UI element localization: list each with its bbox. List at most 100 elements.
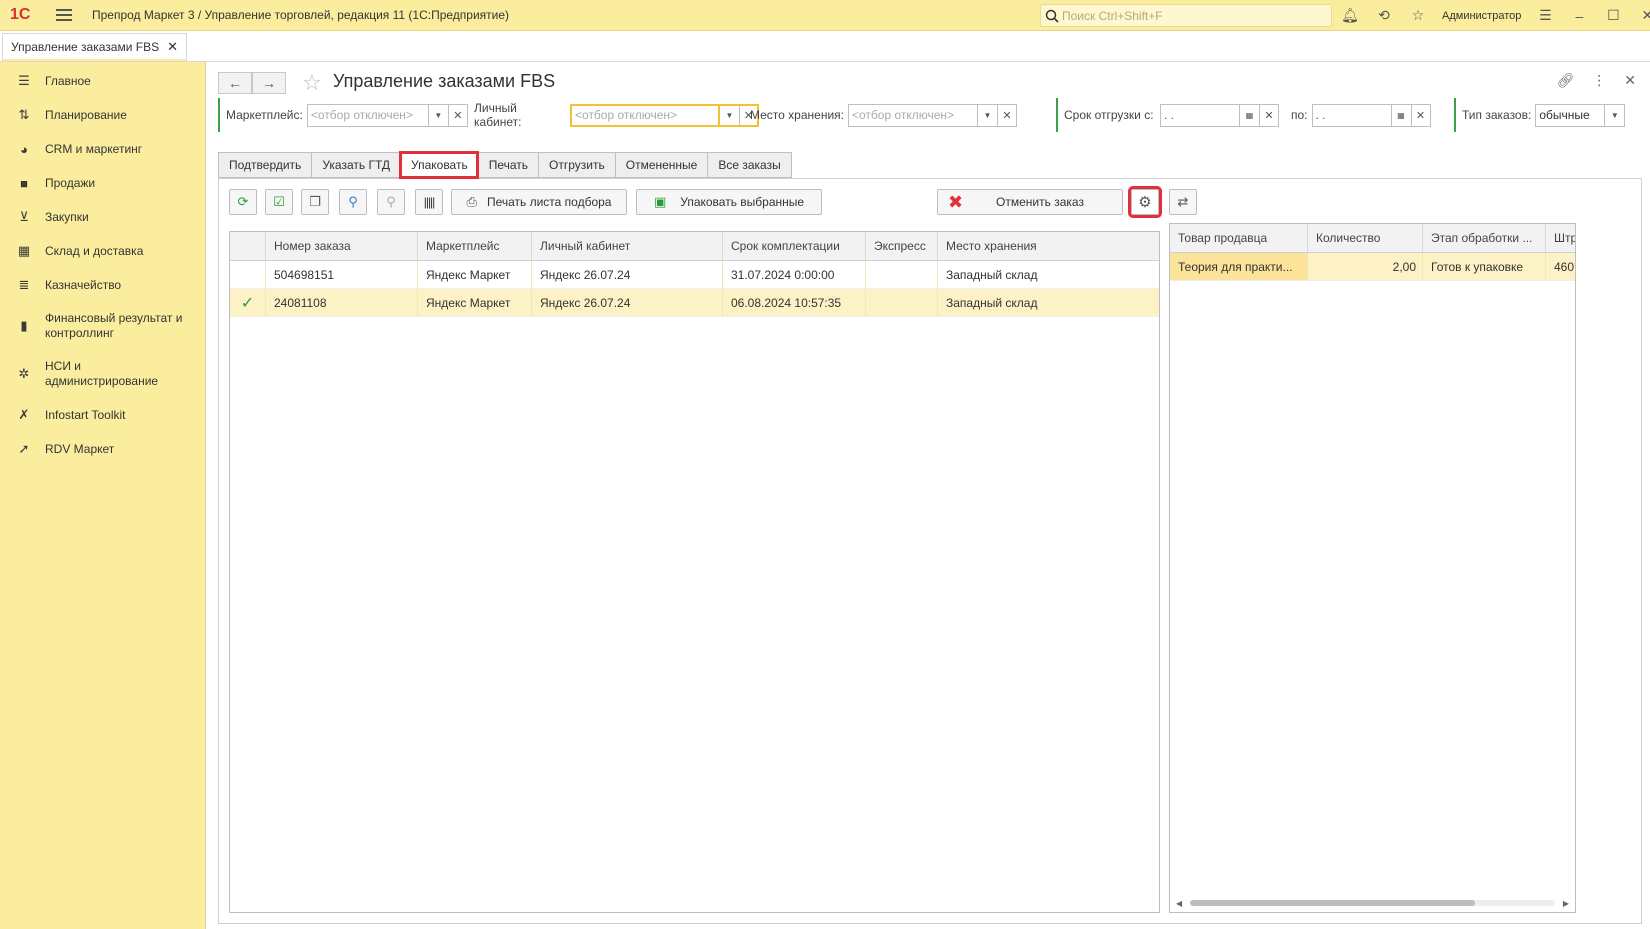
sidebar-item-admin[interactable]: ✲ НСИ и администрирование (0, 350, 205, 398)
close-tab-icon[interactable]: ✕ (167, 39, 178, 55)
col-qty[interactable]: Количество (1308, 224, 1423, 252)
menu-lines-icon: ☰ (18, 73, 30, 88)
barcode-button[interactable]: ||||| (415, 189, 443, 215)
clear-icon[interactable]: ✕ (997, 103, 1017, 127)
global-search[interactable] (1040, 4, 1332, 27)
col-marketplace[interactable]: Маркетплейс (418, 232, 532, 260)
magnifier-icon: ⚲ (348, 194, 358, 209)
storage-field[interactable]: <отбор отключен> (847, 103, 978, 127)
ship-from-field[interactable]: . . (1160, 103, 1240, 127)
table-row[interactable]: 504698151 Яндекс Маркет Яндекс 26.07.24 … (230, 261, 1159, 289)
action-tabs: Подтвердить Указать ГТД Упаковать Печать… (218, 151, 792, 179)
sidebar-item-crm[interactable]: ◕ CRM и маркетинг (0, 132, 205, 166)
chevron-down-icon[interactable]: ▼ (428, 103, 449, 127)
sidebar-item-treasury[interactable]: ≣ Казначейство (0, 268, 205, 302)
clear-icon[interactable]: ✕ (1411, 103, 1431, 127)
bell-icon[interactable]: 🔔︎ (1340, 6, 1360, 26)
cancel-find-button[interactable]: ⚲ (377, 189, 405, 215)
checkmark-icon[interactable]: ✓ (230, 289, 266, 316)
chevron-down-icon[interactable]: ▼ (720, 103, 740, 127)
col-barcode[interactable]: Штр (1546, 224, 1575, 252)
tab-ship[interactable]: Отгрузить (538, 152, 615, 178)
filter-cabinet: Личный кабинет: <отбор отключен> ▼ ✕ (468, 98, 759, 132)
row-check[interactable] (230, 261, 266, 288)
sidebar-item-planning[interactable]: ⇅ Планирование (0, 98, 205, 132)
clear-icon[interactable]: ✕ (1260, 103, 1279, 127)
back-button[interactable]: ← (218, 72, 252, 94)
pack-selected-button[interactable]: ▣ Упаковать выбранные (636, 189, 822, 215)
col-check[interactable] (230, 232, 266, 260)
tab-all-orders[interactable]: Все заказы (707, 152, 792, 178)
history-icon[interactable]: ⟲ (1374, 6, 1394, 26)
settings-button[interactable]: ⚙ (1128, 186, 1162, 218)
copy-button[interactable]: ❐ (301, 189, 329, 215)
star-icon[interactable]: ☆ (1408, 6, 1428, 26)
swap-panels-button[interactable]: ⇄ (1169, 189, 1197, 215)
open-tab-fbs[interactable]: Управление заказами FBS ✕ (2, 33, 187, 61)
sidebar-item-main[interactable]: ☰ Главное (0, 64, 205, 98)
settings-menu-icon[interactable]: ☰ (1535, 6, 1555, 26)
search-input[interactable] (1062, 8, 1322, 23)
tab-gtd[interactable]: Указать ГТД (311, 152, 400, 178)
sidebar-item-warehouse[interactable]: ▦ Склад и доставка (0, 234, 205, 268)
chevron-down-icon[interactable]: ▼ (977, 103, 998, 127)
sidebar: ☰ Главное ⇅ Планирование ◕ CRM и маркетинг … (0, 62, 206, 929)
order-type-field[interactable]: обычные (1535, 103, 1606, 127)
more-icon[interactable]: ⋮ (1592, 72, 1606, 89)
col-cabinet[interactable]: Личный кабинет (532, 232, 723, 260)
table-row-selected[interactable]: ✓ 24081108 Яндекс Маркет Яндекс 26.07.24… (230, 289, 1159, 317)
close-icon[interactable]: ✕ (1637, 6, 1650, 26)
scroll-thumb[interactable] (1190, 900, 1475, 906)
tab-cancelled[interactable]: Отмененные (614, 152, 708, 178)
close-form-icon[interactable]: ✕ (1624, 72, 1636, 89)
user-name[interactable]: Администратор (1442, 10, 1521, 22)
sidebar-item-purchases[interactable]: ⊻ Закупки (0, 200, 205, 234)
link-icon[interactable]: 🔗︎ (1556, 72, 1574, 89)
table-row[interactable]: Теория для практи... 2,00 Готов к упаков… (1170, 253, 1575, 281)
cabinet-field[interactable]: <отбор отключен> (570, 103, 720, 127)
main-menu-icon[interactable] (56, 9, 72, 21)
filter-marketplace: Маркетплейс: <отбор отключен> ▼ ✕ (218, 98, 468, 132)
ship-to-field[interactable]: . . (1311, 103, 1392, 127)
sidebar-item-rdv[interactable]: ➚ RDV Маркет (0, 432, 205, 466)
filter-order-type: Тип заказов: обычные ▼ (1454, 98, 1626, 132)
check-all-button[interactable]: ☑ (265, 189, 293, 215)
scroll-left-icon[interactable]: ◀ (1176, 899, 1182, 908)
page-title: Управление заказами FBS (333, 71, 556, 91)
minimize-icon[interactable]: – (1569, 6, 1589, 26)
search-icon (1045, 9, 1059, 23)
tab-confirm[interactable]: Подтвердить (218, 152, 312, 178)
col-number[interactable]: Номер заказа (266, 232, 418, 260)
tab-pack[interactable]: Упаковать (399, 151, 479, 179)
warehouse-icon: ▦ (17, 243, 31, 258)
sidebar-item-sales[interactable]: ■ Продажи (0, 166, 205, 200)
marketplace-field[interactable]: <отбор отключен> (306, 103, 429, 127)
main-area: ← → ☆ Управление заказами FBS 🔗︎ ⋮ ✕ Мар… (206, 62, 1650, 929)
col-deadline[interactable]: Срок комплектации (723, 232, 866, 260)
print-pick-list-button[interactable]: ⎙ Печать листа подбора (451, 189, 627, 215)
arrow-left-icon: ← (228, 75, 242, 91)
forward-button[interactable]: → (252, 72, 286, 94)
barcode-icon: ||||| (423, 195, 436, 209)
col-product[interactable]: Товар продавца (1170, 224, 1308, 252)
filter-storage: Место хранения: <отбор отключен> ▼ ✕ (744, 98, 1017, 132)
calendar-icon[interactable]: ▦ (1391, 103, 1412, 127)
scroll-right-icon[interactable]: ▶ (1563, 899, 1569, 908)
refresh-button[interactable]: ⟳ (229, 189, 257, 215)
col-express[interactable]: Экспресс (866, 232, 938, 260)
find-button[interactable]: ⚲ (339, 189, 367, 215)
cancel-order-button[interactable]: ✖ Отменить заказ (937, 189, 1123, 215)
favorite-star-icon[interactable]: ☆ (302, 70, 322, 96)
chevron-down-icon[interactable]: ▼ (1605, 103, 1626, 127)
tab-print[interactable]: Печать (477, 152, 539, 178)
sidebar-item-infostart[interactable]: ✗ Infostart Toolkit (0, 398, 205, 432)
calendar-icon[interactable]: ▦ (1240, 103, 1260, 127)
toolbar: ⟳ ☑ ❐ ⚲ ⚲ ||||| ⎙ Печать листа подбора ▣ У… (229, 186, 1629, 218)
col-storage[interactable]: Место хранения (938, 232, 1159, 260)
col-stage[interactable]: Этап обработки ... (1423, 224, 1546, 252)
sidebar-item-finance[interactable]: ▮ Финансовый результат и контроллинг (0, 302, 205, 350)
pack-panel: ⟳ ☑ ❐ ⚲ ⚲ ||||| ⎙ Печать листа подбора ▣ У… (218, 178, 1642, 924)
clear-icon[interactable]: ✕ (448, 103, 468, 127)
horizontal-scrollbar[interactable]: ◀ ▶ (1176, 898, 1569, 908)
maximize-icon[interactable]: ☐ (1603, 6, 1623, 26)
